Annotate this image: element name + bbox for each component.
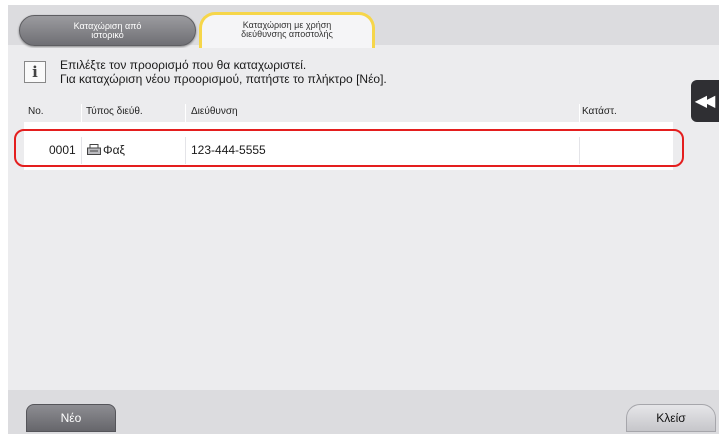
double-chevron-left-icon: ◀◀ — [694, 93, 716, 110]
instruction-message: Επιλέξτε τον προορισμό που θα καταχωριστ… — [60, 58, 387, 86]
panel-expand-button[interactable]: ◀◀ — [691, 80, 719, 122]
column-header-no: No. — [28, 106, 44, 117]
tab-label-line2: διεύθυνσης αποστολής — [241, 28, 333, 39]
header-divider — [579, 104, 580, 122]
table-header: No. Τύπος διεύθ. Διεύθυνση Κατάστ. — [24, 104, 673, 122]
tab-register-from-history[interactable]: Καταχώριση από ιστορικό — [19, 15, 196, 46]
tab-register-from-send-address[interactable]: Καταχώριση με χρήση διεύθυνσης αποστολής — [199, 12, 375, 50]
column-header-type: Τύπος διεύθ. — [86, 106, 143, 117]
column-header-status: Κατάστ. — [582, 106, 617, 117]
header-divider — [81, 104, 82, 122]
tab-label-line2: ιστορικό — [91, 29, 124, 40]
instruction-line-2: Για καταχώριση νέου προορισμού, πατήστε … — [60, 72, 387, 86]
close-button[interactable]: Κλείσ — [626, 404, 716, 432]
selected-row-highlight — [14, 129, 684, 167]
content-panel — [8, 48, 691, 390]
new-button[interactable]: Νέο — [26, 404, 116, 432]
header-divider — [185, 104, 186, 122]
info-icon: i — [24, 61, 46, 83]
column-header-address: Διεύθυνση — [191, 106, 238, 117]
instruction-line-1: Επιλέξτε τον προορισμό που θα καταχωριστ… — [60, 58, 307, 72]
